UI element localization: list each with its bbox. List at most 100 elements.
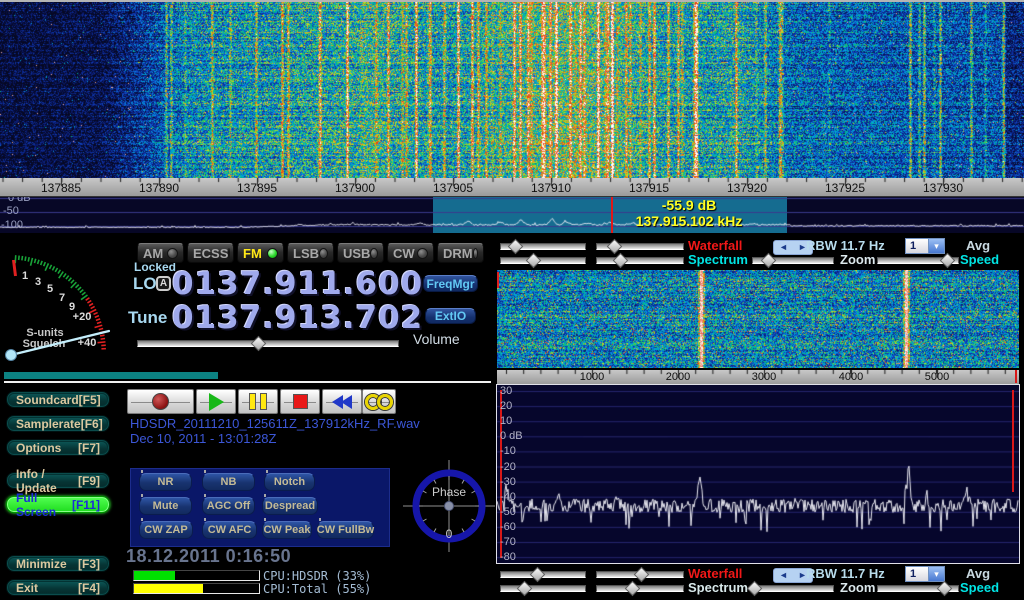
menu-button-fkey: [F4] — [78, 581, 100, 595]
nr-button[interactable]: NR — [139, 473, 192, 491]
speed-slider[interactable] — [877, 254, 959, 265]
slider-thumb[interactable] — [530, 567, 546, 583]
main-spectrum-display[interactable]: -55.9 dB 137.915.102 kHz 0 dB-50-100 — [0, 197, 1024, 233]
meter-scale-number: 3 — [35, 276, 41, 288]
slider-thumb[interactable] — [250, 336, 266, 352]
samplerate-button[interactable]: Samplerate[F6] — [6, 415, 110, 432]
volume-label: Volume — [413, 331, 460, 347]
waterfall-brightness-slider[interactable] — [596, 240, 684, 251]
zoom-slider[interactable] — [752, 254, 834, 265]
rbw-readout: RBW 11.7 Hz — [806, 238, 885, 253]
cw-zap-button[interactable]: CW ZAP — [139, 521, 193, 539]
cw-fullbw-button[interactable]: CW FullBw — [317, 521, 374, 539]
extio-button[interactable]: ExtIO — [425, 308, 476, 324]
minimize-button[interactable]: Minimize[F3] — [6, 555, 110, 572]
slider-thumb[interactable] — [937, 581, 953, 597]
slider-thumb[interactable] — [760, 253, 776, 269]
rewind-button[interactable] — [322, 389, 362, 414]
main-waterfall-display[interactable] — [0, 2, 1024, 178]
mode-button-lsb[interactable]: LSB — [287, 243, 334, 263]
main-scale-label: 137920 — [717, 181, 777, 195]
spectrum-contrast-slider[interactable] — [500, 582, 586, 593]
slider-thumb[interactable] — [525, 253, 541, 269]
af-scale-label: 2000 — [653, 371, 703, 383]
arrow-left-icon[interactable]: ◄ — [779, 241, 788, 254]
meter-tick — [82, 292, 86, 295]
loop-button[interactable] — [362, 389, 396, 414]
slider-thumb[interactable] — [746, 581, 762, 597]
cw-peak-button[interactable]: CW Peak — [262, 521, 312, 539]
meter-tick — [55, 268, 57, 272]
waterfall-contrast-slider[interactable] — [500, 568, 586, 579]
tune-frequency-display[interactable]: 0137.913.702 — [172, 300, 423, 336]
avg-dropdown[interactable]: 1▾ — [905, 566, 945, 582]
mode-button-ecss[interactable]: ECSS — [187, 243, 234, 263]
slider-thumb[interactable] — [612, 253, 628, 269]
info-update-button[interactable]: Info / Update[F9] — [6, 472, 110, 489]
avg-dropdown[interactable]: 1▾ — [905, 238, 945, 254]
volume-slider[interactable] — [137, 337, 399, 348]
slider-thumb[interactable] — [517, 581, 533, 597]
meter-tick — [66, 276, 69, 280]
stop-button[interactable] — [280, 389, 320, 414]
slider-thumb[interactable] — [625, 581, 641, 597]
mute-button[interactable]: Mute — [139, 497, 192, 515]
waterfall-contrast-slider[interactable] — [500, 240, 586, 251]
cpu-usage-bar — [133, 570, 260, 581]
slider-thumb[interactable] — [508, 239, 524, 255]
freqmgr-button[interactable]: FreqMgr — [423, 275, 478, 292]
af-db-label: -60 — [500, 521, 540, 533]
mode-button-label: AM — [143, 246, 163, 261]
chevron-down-icon[interactable]: ▾ — [928, 239, 944, 253]
exit-button[interactable]: Exit[F4] — [6, 579, 110, 596]
mode-button-am[interactable]: AM — [137, 243, 184, 263]
menu-button-fkey: [F3] — [78, 557, 100, 571]
lo-frequency-display[interactable]: 0137.911.600 — [172, 266, 423, 302]
pause-icon — [249, 393, 256, 410]
chevron-down-icon[interactable]: ▾ — [928, 567, 944, 581]
slider-track — [596, 257, 684, 264]
slider-track — [137, 340, 399, 347]
mode-button-label: CW — [393, 246, 415, 261]
spectrum-brightness-slider[interactable] — [596, 582, 684, 593]
meter-tick — [52, 266, 54, 270]
signal-readout: -55.9 dB 137.915.102 kHz — [600, 197, 778, 229]
mode-button-cw[interactable]: CW — [387, 243, 434, 263]
slider-thumb[interactable] — [939, 253, 955, 269]
af-db-label: -30 — [500, 476, 540, 488]
play-button[interactable] — [196, 389, 236, 414]
af-db-label: -70 — [500, 536, 540, 548]
mode-button-fm[interactable]: FM — [237, 243, 284, 263]
slider-thumb[interactable] — [634, 567, 650, 583]
mode-button-drm[interactable]: DRM — [437, 243, 484, 263]
options-button[interactable]: Options[F7] — [6, 439, 110, 456]
cpu-usage-fill — [134, 584, 203, 593]
pause-button[interactable] — [238, 389, 278, 414]
meter-scale-number: +20 — [73, 311, 92, 323]
full-screen-button[interactable]: Full Screen[F11] — [6, 496, 110, 513]
meter-tick — [99, 329, 103, 330]
speed-slider[interactable] — [877, 582, 959, 593]
meter-tick — [58, 270, 60, 274]
soundcard-button[interactable]: Soundcard[F5] — [6, 391, 110, 408]
spectrum-brightness-slider[interactable] — [596, 254, 684, 265]
mode-button-usb[interactable]: USB — [337, 243, 384, 263]
lo-auto-badge[interactable]: A — [156, 276, 171, 291]
playback-progress-bar[interactable] — [4, 372, 491, 383]
notch-button[interactable]: Notch — [264, 473, 315, 491]
agc-off-button[interactable]: AGC Off — [202, 497, 255, 515]
zoom-slider[interactable] — [752, 582, 834, 593]
af-waterfall-display[interactable] — [497, 270, 1019, 368]
mode-button-label: USB — [343, 246, 370, 261]
main-scale-label: 137930 — [913, 181, 973, 195]
record-button[interactable] — [127, 389, 194, 414]
af-spectrum-display[interactable] — [496, 384, 1020, 564]
cw-afc-button[interactable]: CW AFC — [202, 521, 257, 539]
menu-button-fkey: [F9] — [78, 474, 100, 488]
despread-button[interactable]: Despread — [262, 497, 318, 515]
nb-button[interactable]: NB — [202, 473, 255, 491]
waterfall-brightness-slider[interactable] — [596, 568, 684, 579]
spectrum-contrast-slider[interactable] — [500, 254, 586, 265]
arrow-left-icon[interactable]: ◄ — [779, 569, 788, 582]
meter-tick — [28, 257, 29, 261]
